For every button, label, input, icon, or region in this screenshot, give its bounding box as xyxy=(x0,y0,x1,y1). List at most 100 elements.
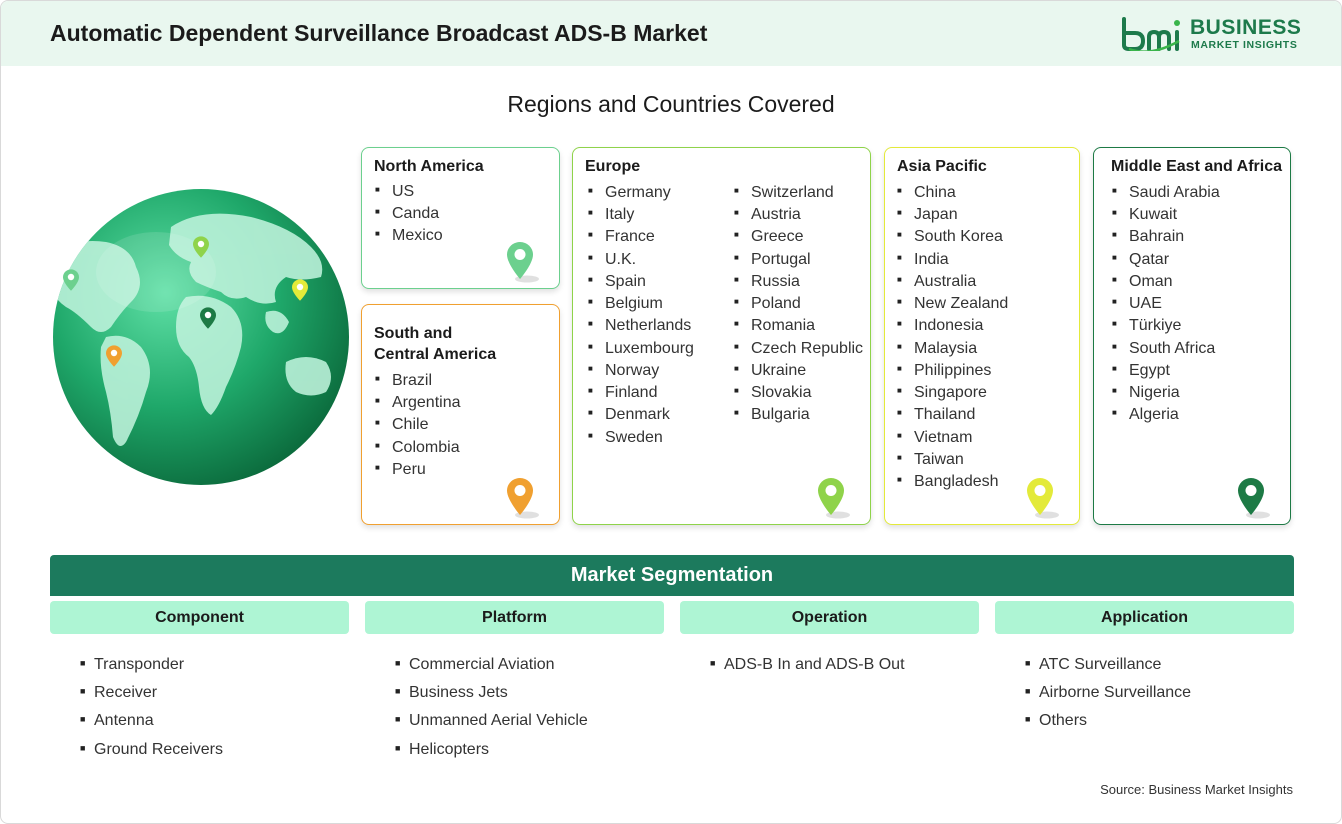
list-item: Chile xyxy=(375,414,461,436)
list-item: U.K. xyxy=(588,249,694,271)
list-item: Australia xyxy=(897,271,1008,293)
list-item: Thailand xyxy=(897,404,1008,426)
bmi-logo-icon xyxy=(1122,17,1180,51)
list-item: Antenna xyxy=(80,707,223,735)
list-item: Transponder xyxy=(80,651,223,679)
region-title: Asia Pacific xyxy=(897,158,987,175)
list-item: Switzerland xyxy=(734,182,863,204)
region-title: North America xyxy=(374,158,484,175)
region-title: South and Central America xyxy=(374,325,497,363)
list-item: ATC Surveillance xyxy=(1025,651,1191,679)
list-item: Belgium xyxy=(588,293,694,315)
list-item: Egypt xyxy=(1112,360,1220,382)
list-item: Saudi Arabia xyxy=(1112,182,1220,204)
list-item: Airborne Surveillance xyxy=(1025,679,1191,707)
list-item: Greece xyxy=(734,226,863,248)
list-item: Luxembourg xyxy=(588,338,694,360)
list-item: Nigeria xyxy=(1112,382,1220,404)
location-pin-icon xyxy=(63,269,79,291)
location-pin-icon xyxy=(1238,478,1270,519)
logo-text-primary: BUSINESS xyxy=(1190,16,1302,39)
list-item: France xyxy=(588,226,694,248)
list-item: Receiver xyxy=(80,679,223,707)
regions-title: Regions and Countries Covered xyxy=(507,91,835,117)
list-item: Kuwait xyxy=(1112,204,1220,226)
list-item: Ground Receivers xyxy=(80,736,223,764)
segment-list-operation: ADS-B In and ADS-B Out xyxy=(710,651,905,679)
list-item: Bahrain xyxy=(1112,226,1220,248)
list-item: India xyxy=(897,249,1008,271)
list-item: Malaysia xyxy=(897,338,1008,360)
region-card-asia-pacific: Asia Pacific China Japan South Korea Ind… xyxy=(884,147,1080,525)
list-item: South Africa xyxy=(1112,338,1220,360)
globe-icon xyxy=(53,189,349,485)
list-item: US xyxy=(375,181,443,203)
segment-header-component: Component xyxy=(50,601,349,634)
region-card-north-america: North America US Canda Mexico xyxy=(361,147,560,289)
list-item: Japan xyxy=(897,204,1008,226)
list-item: Slovakia xyxy=(734,382,863,404)
location-pin-icon xyxy=(193,236,209,258)
list-item: Poland xyxy=(734,293,863,315)
segment-list-platform: Commercial Aviation Business Jets Unmann… xyxy=(395,651,588,764)
segment-header-platform: Platform xyxy=(365,601,664,634)
list-item: Business Jets xyxy=(395,679,588,707)
segment-list-component: Transponder Receiver Antenna Ground Rece… xyxy=(80,651,223,764)
segment-list-application: ATC Surveillance Airborne Surveillance O… xyxy=(1025,651,1191,736)
list-item: Peru xyxy=(375,459,461,481)
list-item: Argentina xyxy=(375,392,461,414)
list-item: Indonesia xyxy=(897,315,1008,337)
list-item: Philippines xyxy=(897,360,1008,382)
logo-text-secondary: MARKET INSIGHTS xyxy=(1191,39,1298,51)
country-list: Brazil Argentina Chile Colombia Peru xyxy=(375,370,461,481)
list-item: Portugal xyxy=(734,249,863,271)
list-item: Türkiye xyxy=(1112,315,1220,337)
list-item: Qatar xyxy=(1112,249,1220,271)
list-item: Italy xyxy=(588,204,694,226)
segment-header-application: Application xyxy=(995,601,1294,634)
segmentation-title: Market Segmentation xyxy=(50,555,1294,596)
list-item: Bulgaria xyxy=(734,404,863,426)
page-header: Automatic Dependent Surveillance Broadca… xyxy=(1,1,1341,66)
region-card-south-central-america: South and Central America Brazil Argenti… xyxy=(361,304,560,525)
list-item: Russia xyxy=(734,271,863,293)
location-pin-icon xyxy=(292,279,308,301)
region-title: Middle East and Africa xyxy=(1111,158,1282,175)
list-item: Others xyxy=(1025,707,1191,735)
region-card-europe: Europe Germany Italy France U.K. Spain B… xyxy=(572,147,871,525)
list-item: Spain xyxy=(588,271,694,293)
list-item: Brazil xyxy=(375,370,461,392)
brand-logo: BUSINESS MARKET INSIGHTS xyxy=(1121,15,1301,55)
location-pin-icon xyxy=(507,478,539,519)
list-item: Commercial Aviation xyxy=(395,651,588,679)
country-list-column-2: Switzerland Austria Greece Portugal Russ… xyxy=(734,182,863,427)
region-title: Europe xyxy=(585,158,641,175)
list-item: Finland xyxy=(588,382,694,404)
country-list-column-1: Germany Italy France U.K. Spain Belgium … xyxy=(588,182,694,449)
list-item: Canda xyxy=(375,203,443,225)
list-item: New Zealand xyxy=(897,293,1008,315)
list-item: Norway xyxy=(588,360,694,382)
list-item: Netherlands xyxy=(588,315,694,337)
list-item: Romania xyxy=(734,315,863,337)
page-title: Automatic Dependent Surveillance Broadca… xyxy=(50,20,708,46)
location-pin-icon xyxy=(106,345,122,367)
list-item: Mexico xyxy=(375,225,443,247)
list-item: Helicopters xyxy=(395,736,588,764)
list-item: Czech Republic xyxy=(734,338,863,360)
globe-illustration xyxy=(51,187,351,487)
list-item: UAE xyxy=(1112,293,1220,315)
source-note: Source: Business Market Insights xyxy=(1100,782,1293,797)
list-item: China xyxy=(897,182,1008,204)
list-item: Bangladesh xyxy=(897,471,1008,493)
country-list: Saudi Arabia Kuwait Bahrain Qatar Oman U… xyxy=(1112,182,1220,427)
list-item: Oman xyxy=(1112,271,1220,293)
list-item: Vietnam xyxy=(897,427,1008,449)
region-card-middle-east-africa: Middle East and Africa Saudi Arabia Kuwa… xyxy=(1093,147,1291,525)
location-pin-icon xyxy=(818,478,850,519)
list-item: Germany xyxy=(588,182,694,204)
list-item: ADS-B In and ADS-B Out xyxy=(710,651,905,679)
list-item: Unmanned Aerial Vehicle xyxy=(395,707,588,735)
list-item: Colombia xyxy=(375,437,461,459)
list-item: Taiwan xyxy=(897,449,1008,471)
